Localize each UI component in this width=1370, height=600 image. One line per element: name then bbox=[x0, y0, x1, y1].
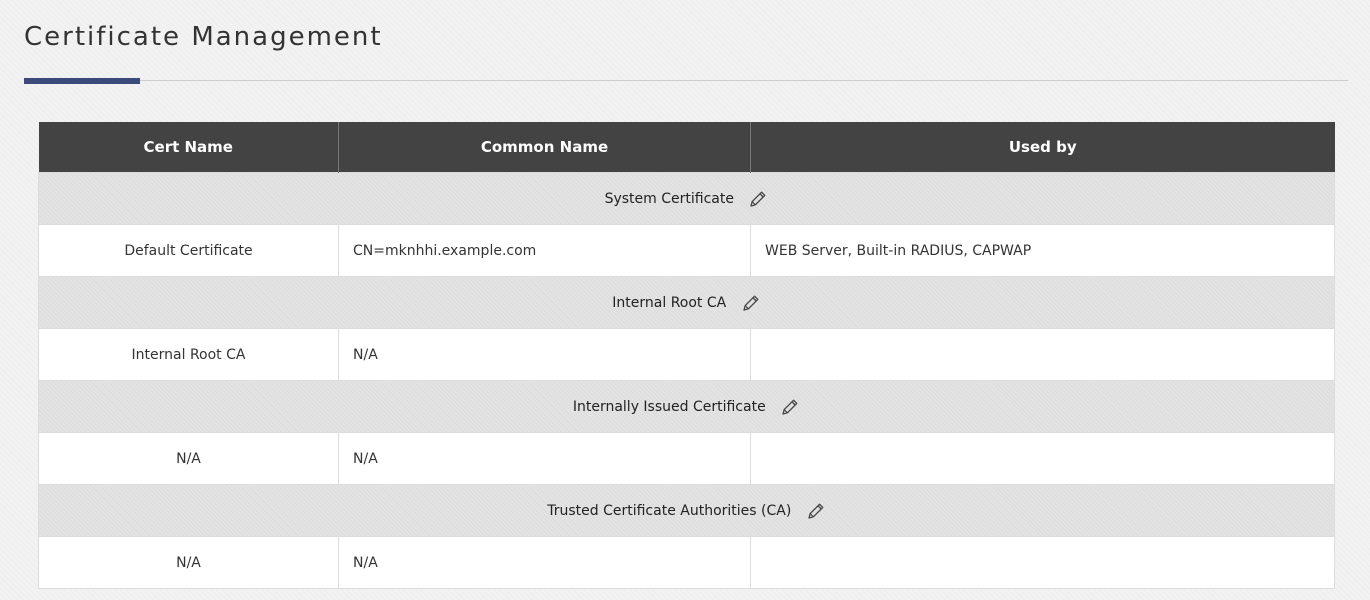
pencil-icon[interactable] bbox=[806, 501, 826, 521]
pencil-icon[interactable] bbox=[780, 397, 800, 417]
section-row-trusted-certificate-authorities: Trusted Certificate Authorities (CA) bbox=[38, 484, 1335, 537]
common-name-cell: N/A bbox=[338, 328, 751, 381]
section-title: Internally Issued Certificate bbox=[572, 398, 766, 415]
column-header-common-name: Common Name bbox=[338, 122, 751, 173]
table-row: N/A N/A bbox=[38, 432, 1335, 485]
common-name-cell: N/A bbox=[338, 432, 751, 485]
column-header-cert-name: Cert Name bbox=[38, 122, 339, 173]
cert-name-cell: Default Certificate bbox=[38, 224, 339, 277]
section-cell: Internal Root CA bbox=[38, 276, 1335, 329]
page-title: Certificate Management bbox=[24, 22, 383, 52]
table-row: N/A N/A bbox=[38, 536, 1335, 589]
used-by-cell: WEB Server, Built-in RADIUS, CAPWAP bbox=[750, 224, 1335, 277]
title-accent-bar bbox=[24, 78, 140, 84]
section-cell: Internally Issued Certificate bbox=[38, 380, 1335, 433]
title-divider bbox=[24, 80, 1348, 81]
cert-name-cell: N/A bbox=[38, 536, 339, 589]
pencil-icon[interactable] bbox=[741, 293, 761, 313]
pencil-icon[interactable] bbox=[748, 189, 768, 209]
used-by-cell bbox=[750, 328, 1335, 381]
cert-name-cell: N/A bbox=[38, 432, 339, 485]
section-cell: System Certificate bbox=[38, 172, 1335, 225]
certificate-table: Cert Name Common Name Used by System Cer… bbox=[38, 122, 1335, 589]
section-row-system-certificate: System Certificate bbox=[38, 172, 1335, 225]
table-row: Internal Root CA N/A bbox=[38, 328, 1335, 381]
common-name-cell: N/A bbox=[338, 536, 751, 589]
used-by-cell bbox=[750, 432, 1335, 485]
cert-name-cell: Internal Root CA bbox=[38, 328, 339, 381]
section-title: Trusted Certificate Authorities (CA) bbox=[547, 502, 792, 519]
section-title: System Certificate bbox=[604, 190, 734, 207]
common-name-cell: CN=mknhhi.example.com bbox=[338, 224, 751, 277]
used-by-cell bbox=[750, 536, 1335, 589]
section-row-internal-root-ca: Internal Root CA bbox=[38, 276, 1335, 329]
table-header-row: Cert Name Common Name Used by bbox=[38, 122, 1335, 173]
table-row: Default Certificate CN=mknhhi.example.co… bbox=[38, 224, 1335, 277]
section-cell: Trusted Certificate Authorities (CA) bbox=[38, 484, 1335, 537]
page: Certificate Management Cert Name Common … bbox=[0, 0, 1370, 600]
column-header-used-by: Used by bbox=[750, 122, 1335, 173]
section-row-internally-issued-certificate: Internally Issued Certificate bbox=[38, 380, 1335, 433]
section-title: Internal Root CA bbox=[612, 294, 727, 311]
